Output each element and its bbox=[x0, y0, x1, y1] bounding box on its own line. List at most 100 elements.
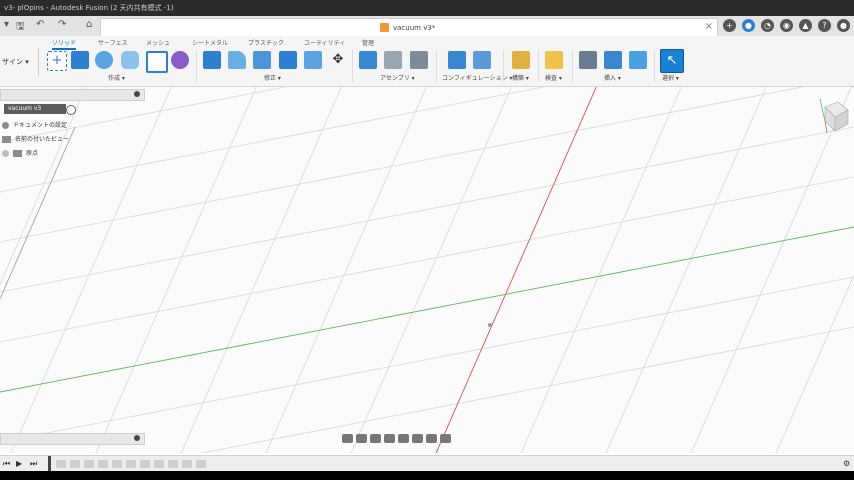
browser-item-label: 名前の付いたビュー bbox=[15, 136, 70, 143]
as-built-joint-icon[interactable] bbox=[410, 51, 428, 69]
measure-icon[interactable] bbox=[545, 51, 563, 69]
insert-derive-icon[interactable] bbox=[579, 51, 597, 69]
timeline-feature[interactable] bbox=[98, 460, 108, 468]
tab-utility[interactable]: ユーティリティ bbox=[304, 38, 345, 47]
split-body-icon[interactable] bbox=[304, 51, 322, 69]
go-to-end-icon[interactable]: ⏭ bbox=[30, 459, 37, 469]
tab-surface[interactable]: サーフェス bbox=[98, 38, 128, 47]
play-icon[interactable]: ▶ bbox=[16, 459, 22, 468]
select-icon[interactable]: ↖ bbox=[660, 49, 684, 73]
timeline-feature[interactable] bbox=[140, 460, 150, 468]
group-assemble[interactable]: アセンブリ ▾ bbox=[380, 73, 415, 82]
grid-settings-icon[interactable] bbox=[426, 434, 437, 443]
display-settings-icon[interactable] bbox=[412, 434, 423, 443]
browser-item-label: ドキュメントの設定 bbox=[13, 122, 68, 129]
timeline-feature[interactable] bbox=[56, 460, 66, 468]
insert-canvas-icon[interactable] bbox=[629, 51, 647, 69]
comments-collapse-icon[interactable] bbox=[134, 435, 140, 441]
group-select[interactable]: 選択 ▾ bbox=[662, 73, 679, 82]
quick-access-bar: ▾ 🖫 ↶ ↷ ⌂ vacuum v3* × + ● ◔ ◉ ▲ ? ● bbox=[0, 16, 854, 37]
loft-icon[interactable] bbox=[146, 51, 168, 73]
browser-item-named-views[interactable]: 名前の付いたビュー bbox=[2, 134, 69, 143]
document-cube-icon bbox=[380, 23, 389, 32]
orbit-icon[interactable] bbox=[342, 434, 353, 443]
design-canvas[interactable] bbox=[0, 87, 854, 453]
file-menu-icon[interactable]: ▾ bbox=[4, 19, 9, 30]
home-icon[interactable]: ⌂ bbox=[86, 19, 92, 30]
timeline-feature[interactable] bbox=[70, 460, 80, 468]
activate-radio-icon[interactable] bbox=[66, 105, 76, 115]
tab-sheet-metal[interactable]: シートメタル bbox=[192, 38, 228, 47]
timeline-marker[interactable] bbox=[48, 456, 51, 472]
move-icon[interactable]: ✥ bbox=[329, 51, 347, 69]
tab-solid[interactable]: ソリッド bbox=[52, 38, 77, 50]
tab-mesh[interactable]: メッシュ bbox=[146, 38, 170, 47]
toolbar-divider bbox=[538, 50, 539, 82]
y-axis-line bbox=[0, 226, 854, 393]
timeline-feature[interactable] bbox=[154, 460, 164, 468]
look-at-icon[interactable] bbox=[356, 434, 367, 443]
fit-icon[interactable] bbox=[398, 434, 409, 443]
redo-icon[interactable]: ↷ bbox=[58, 19, 66, 30]
offset-plane-icon[interactable] bbox=[512, 51, 530, 69]
form-icon[interactable] bbox=[171, 51, 189, 69]
browser-item-document-settings[interactable]: ドキュメントの設定 bbox=[2, 120, 67, 129]
browser-item-origin[interactable]: 原点 bbox=[2, 148, 38, 157]
toolbar-divider bbox=[196, 50, 197, 82]
joint-icon[interactable] bbox=[384, 51, 402, 69]
timeline-feature[interactable] bbox=[112, 460, 122, 468]
group-construct[interactable]: 構築 ▾ bbox=[512, 73, 529, 82]
user-icon[interactable]: ● bbox=[837, 19, 850, 32]
configuration-icon[interactable] bbox=[448, 51, 466, 69]
insert-mesh-icon[interactable] bbox=[604, 51, 622, 69]
cloud-icon[interactable]: ● bbox=[742, 19, 755, 32]
clock-icon[interactable]: ◔ bbox=[761, 19, 774, 32]
zoom-icon[interactable] bbox=[384, 434, 395, 443]
eye-icon[interactable] bbox=[2, 150, 9, 157]
timeline-settings-icon[interactable]: ⚙ bbox=[843, 459, 850, 468]
group-insert[interactable]: 挿入 ▾ bbox=[604, 73, 621, 82]
configuration-table-icon[interactable] bbox=[473, 51, 491, 69]
timeline-feature[interactable] bbox=[168, 460, 178, 468]
browser-item-label: 原点 bbox=[26, 150, 39, 157]
new-component-icon[interactable] bbox=[359, 51, 377, 69]
go-to-start-icon[interactable]: ⏮ bbox=[3, 459, 10, 469]
plus-icon[interactable]: + bbox=[723, 19, 736, 32]
toolbar-divider bbox=[572, 50, 573, 82]
view-cube[interactable] bbox=[816, 97, 850, 135]
extrude-icon[interactable] bbox=[71, 51, 89, 69]
browser-collapse-icon[interactable] bbox=[134, 91, 140, 97]
tab-manage[interactable]: 管理 bbox=[362, 38, 374, 47]
combine-icon[interactable] bbox=[279, 51, 297, 69]
bell-icon[interactable]: ▲ bbox=[799, 19, 812, 32]
undo-icon[interactable]: ↶ bbox=[36, 19, 44, 30]
group-modify[interactable]: 修正 ▾ bbox=[264, 73, 281, 82]
timeline-feature[interactable] bbox=[196, 460, 206, 468]
press-pull-icon[interactable] bbox=[203, 51, 221, 69]
pan-icon[interactable] bbox=[370, 434, 381, 443]
globe-icon[interactable]: ◉ bbox=[780, 19, 793, 32]
timeline-feature[interactable] bbox=[126, 460, 136, 468]
create-sketch-icon[interactable]: + bbox=[47, 51, 67, 71]
fillet-icon[interactable] bbox=[228, 51, 246, 69]
group-create[interactable]: 作成 ▾ bbox=[108, 73, 125, 82]
document-tab[interactable]: vacuum v3* × bbox=[100, 18, 718, 37]
group-configuration[interactable]: コンフィギュレーション ▾ bbox=[442, 73, 512, 82]
browser-root-node[interactable]: vacuum v3 bbox=[4, 104, 66, 114]
shell-icon[interactable] bbox=[253, 51, 271, 69]
group-inspect[interactable]: 検査 ▾ bbox=[545, 73, 562, 82]
timeline-feature[interactable] bbox=[182, 460, 192, 468]
tab-plastic[interactable]: プラスチック bbox=[248, 38, 284, 47]
view-cube-z-axis bbox=[819, 98, 826, 122]
toolbar-divider bbox=[503, 50, 504, 82]
help-icon[interactable]: ? bbox=[818, 19, 831, 32]
viewports-icon[interactable] bbox=[440, 434, 451, 443]
timeline-feature[interactable] bbox=[84, 460, 94, 468]
save-icon[interactable]: 🖫 bbox=[16, 19, 25, 36]
revolve-icon[interactable] bbox=[95, 51, 113, 69]
toolbar-divider bbox=[654, 50, 655, 82]
grid-svg bbox=[0, 87, 854, 453]
close-tab-icon[interactable]: × bbox=[705, 21, 713, 32]
sweep-icon[interactable] bbox=[121, 51, 139, 69]
workspace-dropdown[interactable]: ザイン ▾ bbox=[0, 48, 39, 76]
